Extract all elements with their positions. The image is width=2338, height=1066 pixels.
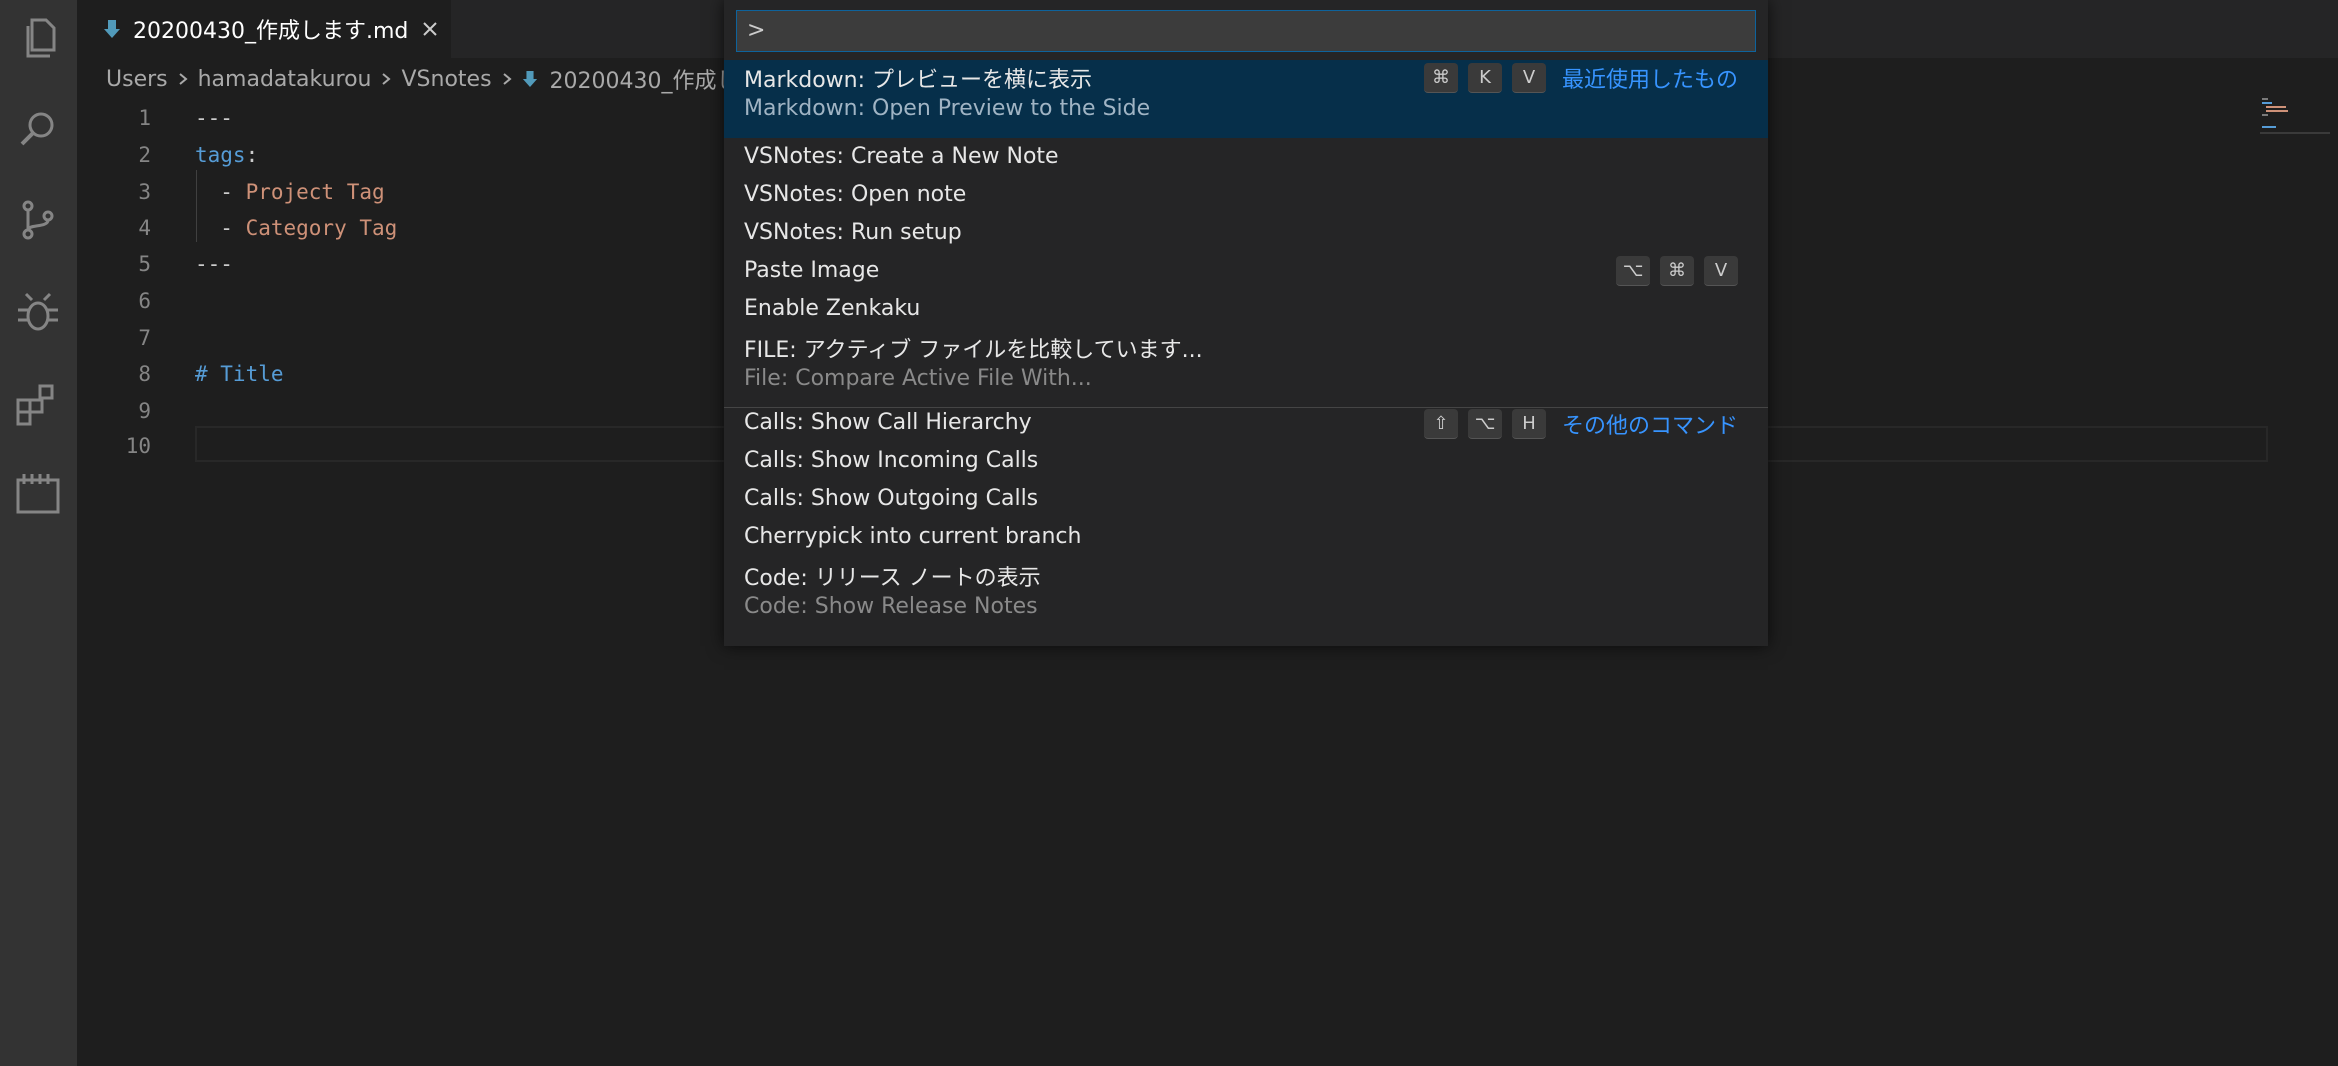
yaml-value: Project Tag [245,180,385,204]
command-label: Calls: Show Outgoing Calls [744,486,1039,511]
minimap[interactable] [2260,96,2330,136]
command-label: Calls: Show Incoming Calls [744,448,1039,473]
command-label: Paste Image [744,258,880,283]
line-number: 8 [138,362,151,386]
group-label: その他のコマンド [1561,414,1738,439]
line-text: --- [195,106,233,130]
key-cap: K [1467,63,1502,93]
breadcrumb-item[interactable]: Users [106,67,168,92]
markdown-heading: # Title [195,362,284,386]
command-item[interactable]: Calls: Show Outgoing Calls [724,482,1768,520]
command-label: Code: リリース ノートの表示 [744,566,1041,591]
command-detail: Code: Show Release Notes [744,594,1038,619]
line-number: 10 [125,434,151,458]
command-keybinding: ⌘ K V 最近使用したもの [1414,62,1738,94]
tab-label: 20200430_作成します.md [133,19,409,44]
command-detail: Markdown: Open Preview to the Side [744,96,1151,121]
command-item[interactable]: Calls: Show Incoming Calls [724,444,1768,482]
key-cap: ⇧ [1423,409,1458,439]
command-detail: File: Compare Active File With... [744,366,1092,391]
yaml-dash: - [195,180,246,204]
files-icon[interactable] [12,12,64,64]
command-item[interactable]: VSNotes: Open note [724,178,1768,216]
line-number: 4 [138,216,151,240]
key-cap: ⌘ [1423,63,1458,93]
command-label: Enable Zenkaku [744,296,921,321]
debug-icon[interactable] [12,286,64,338]
search-icon[interactable] [12,104,64,156]
command-item[interactable]: Cherrypick into current branch [724,520,1768,558]
yaml-key: tags [195,143,246,167]
command-label: VSNotes: Create a New Note [744,144,1059,169]
breadcrumb-item[interactable]: 20200430_作成し [550,63,739,95]
command-keybinding: ⌥ ⌘ V [1606,256,1738,286]
line-number: 2 [138,143,151,167]
command-item[interactable]: Enable Zenkaku [724,292,1768,330]
key-cap: ⌥ [1616,256,1650,286]
yaml-value: Category Tag [245,216,398,240]
markdown-file-icon [104,20,120,38]
command-label: Calls: Show Call Hierarchy [744,410,1032,435]
extensions-icon[interactable] [12,378,64,430]
chevron-right-icon [178,73,188,85]
command-keybinding: ⇧ ⌥ H その他のコマンド [1414,408,1738,440]
line-number: 3 [138,180,151,204]
command-palette: > Markdown: プレビューを横に表示 Markdown: Open Pre… [724,0,1768,646]
breadcrumb-item[interactable]: hamadatakurou [198,67,372,92]
line-number: 7 [138,326,151,350]
command-palette-input[interactable]: > [736,10,1756,52]
yaml-colon: : [245,143,259,167]
key-cap: ⌘ [1660,256,1694,286]
command-label: VSNotes: Run setup [744,220,962,245]
command-item[interactable]: FILE: アクティブ ファイルを比較しています... File: Compare… [724,330,1768,406]
line-number: 5 [138,252,151,276]
markdown-file-icon [522,71,537,87]
command-label: Markdown: プレビューを横に表示 [744,68,1093,93]
breadcrumb: Users hamadatakurou VSnotes 20200430_作成し [106,62,739,96]
notes-icon[interactable] [12,468,64,520]
chevron-right-icon [382,73,392,85]
key-cap: V [1704,256,1738,286]
key-cap: V [1511,63,1546,93]
command-item[interactable]: VSNotes: Create a New Note [724,140,1768,178]
command-item[interactable]: Markdown: プレビューを横に表示 Markdown: Open Previ… [724,60,1768,138]
command-label: FILE: アクティブ ファイルを比較しています... [744,338,1203,363]
line-number: 6 [138,289,151,313]
group-label: 最近使用したもの [1561,68,1738,93]
line-number: 9 [138,399,151,423]
command-label: VSNotes: Open note [744,182,967,207]
command-item[interactable]: Code: リリース ノートの表示 Code: Show Release Note… [724,558,1768,634]
line-text: --- [195,252,233,276]
command-item[interactable]: Paste Image ⌥ ⌘ V [724,254,1768,292]
key-cap: H [1511,409,1546,439]
activity-bar [0,0,77,1066]
breadcrumb-item[interactable]: VSnotes [401,67,491,92]
line-number: 1 [138,106,151,130]
source-control-icon[interactable] [12,194,64,246]
chevron-right-icon [502,73,512,85]
command-item[interactable]: VSNotes: Run setup [724,216,1768,254]
editor-tab[interactable]: 20200430_作成します.md [77,0,451,58]
command-label: Cherrypick into current branch [744,524,1082,549]
key-cap: ⌥ [1467,409,1502,439]
yaml-dash: - [195,216,246,240]
command-item[interactable]: Calls: Show Call Hierarchy ⇧ ⌥ H その他のコマンド [724,406,1768,444]
close-icon[interactable] [422,21,438,37]
